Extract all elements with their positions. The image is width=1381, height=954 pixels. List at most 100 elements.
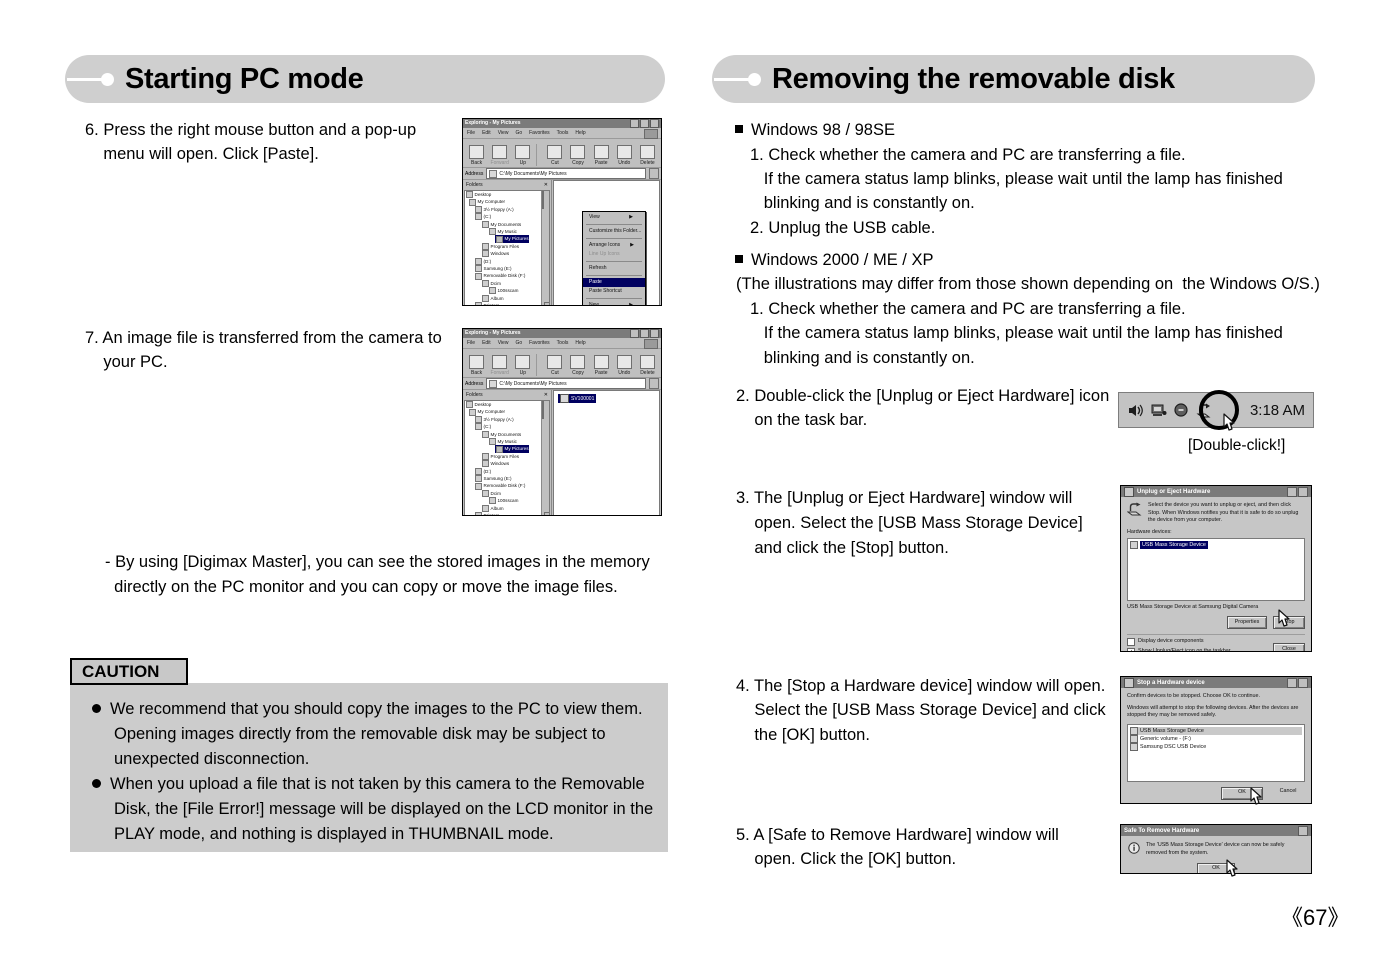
tree-node[interactable]: Samsung (E:) [465,265,549,273]
tree-node[interactable]: (C:) [465,213,549,221]
tree-node[interactable]: My Computer [465,198,549,206]
toolbar-copy-button[interactable]: Copy [566,352,589,376]
folders-close-icon[interactable]: ✕ [544,392,548,398]
toolbar-undo-button[interactable]: Undo [613,352,636,376]
toolbar-back-button[interactable]: Back [465,142,488,166]
file-list-pane[interactable]: SV100001 [553,390,660,515]
scroll-up-icon[interactable] [542,191,544,209]
tree-node[interactable]: Printers [465,512,549,515]
tree-scrollbar[interactable] [541,191,549,305]
menu-help[interactable]: Help [575,340,585,346]
tree-node[interactable]: Program Files [465,243,549,251]
maximize-icon[interactable] [640,329,649,338]
tree-node[interactable]: 3½ Floppy (A:) [465,206,549,214]
menu-view[interactable]: View [498,130,509,136]
show-unplug-icon-checkbox[interactable]: ✓ Show Unplug/Eject icon on the taskbar [1127,647,1273,651]
tree-node[interactable]: Removable Disk (F:) [465,272,549,280]
folders-close-icon[interactable]: ✕ [544,182,548,188]
context-menu-item-view[interactable]: View ▶ [583,213,645,222]
toolbar-forward-button[interactable]: Forward [488,352,511,376]
toolbar-paste-button[interactable]: Paste [590,142,613,166]
toolbar-forward-button[interactable]: Forward [488,142,511,166]
tree-node[interactable]: Dcim [465,490,549,498]
tree-node[interactable]: 100sscam [465,497,549,505]
close-icon[interactable] [1298,825,1308,836]
tree-scrollbar[interactable] [541,401,549,515]
file-list-item[interactable]: SV100001 [558,394,597,403]
listbox-item[interactable]: Samsung DSC USB Device [1130,742,1302,751]
properties-button[interactable]: Properties [1227,615,1267,629]
antivirus-icon[interactable] [1173,402,1190,419]
tree-node[interactable]: My Music [465,438,549,446]
toolbar-up-button[interactable]: Up [511,352,534,376]
close-icon[interactable] [1298,677,1308,688]
file-list-pane[interactable]: View ▶ Customize this Folder... Arrange I… [553,180,660,305]
menu-help[interactable]: Help [575,130,585,136]
menu-view[interactable]: View [498,340,509,346]
help-icon[interactable] [1287,486,1297,497]
tree-node[interactable]: 100sscam [465,287,549,295]
display-device-components-checkbox[interactable]: Display device components [1127,637,1273,646]
tree-node[interactable]: Windows [465,460,549,468]
menu-go[interactable]: Go [515,130,522,136]
listbox-item[interactable]: USB Mass Storage Device [1130,541,1302,550]
context-menu-item-paste[interactable]: Paste [583,278,645,287]
tree-node[interactable]: My Documents [465,220,549,228]
context-menu-item-new[interactable]: New ▶ [583,301,645,305]
address-input[interactable]: C:\My Documents\My Pictures [486,378,646,389]
tree-node[interactable]: (C:) [465,423,549,431]
menu-file[interactable]: File [467,130,475,136]
tree-node[interactable]: My Documents [465,430,549,438]
tree-node[interactable]: Desktop [465,401,549,409]
context-menu-item-arrange-icons[interactable]: Arrange Icons ▶ [583,241,645,250]
cancel-button[interactable]: Cancel [1271,787,1305,798]
close-button[interactable]: Close [1273,642,1305,651]
tree-node[interactable]: (D:) [465,467,549,475]
menu-file[interactable]: File [467,340,475,346]
menu-tools[interactable]: Tools [557,130,569,136]
toolbar-undo-button[interactable]: Undo [613,142,636,166]
network-icon[interactable] [1150,402,1167,419]
hardware-devices-listbox[interactable]: USB Mass Storage Device [1127,538,1305,602]
tree-node[interactable]: Album [465,504,549,512]
close-icon[interactable] [650,119,659,128]
address-input[interactable]: C:\My Documents\My Pictures [486,168,646,179]
menu-tools[interactable]: Tools [557,340,569,346]
menu-go[interactable]: Go [515,340,522,346]
devices-listbox[interactable]: USB Mass Storage Device Generic volume -… [1127,723,1305,782]
menu-edit[interactable]: Edit [482,340,491,346]
tree-node[interactable]: 3½ Floppy (A:) [465,416,549,424]
toolbar-up-button[interactable]: Up [511,142,534,166]
tree-node[interactable]: Desktop [465,191,549,199]
tree-node[interactable]: Dcim [465,280,549,288]
help-icon[interactable] [1287,677,1297,688]
listbox-item[interactable]: Generic volume - (F:) [1130,734,1302,743]
tree-node[interactable]: Program Files [465,453,549,461]
address-dropdown-icon[interactable] [649,168,659,179]
listbox-item[interactable]: USB Mass Storage Device [1130,726,1302,735]
menu-favorites[interactable]: Favorites [529,340,550,346]
close-icon[interactable] [1298,486,1308,497]
close-icon[interactable] [650,329,659,338]
toolbar-delete-button[interactable]: Delete [636,142,659,166]
context-menu-item-customize[interactable]: Customize this Folder... [583,227,645,236]
menu-edit[interactable]: Edit [482,130,491,136]
tree-node[interactable]: My Computer [465,408,549,416]
address-dropdown-icon[interactable] [649,378,659,389]
tree-node-my-pictures[interactable]: My Pictures [465,445,549,453]
tree-node[interactable]: Printers [465,302,549,305]
minimize-icon[interactable] [630,119,639,128]
context-menu-item-refresh[interactable]: Refresh [583,264,645,273]
minimize-icon[interactable] [630,329,639,338]
context-menu-item-paste-shortcut[interactable]: Paste Shortcut [583,287,645,296]
toolbar-back-button[interactable]: Back [465,352,488,376]
toolbar-delete-button[interactable]: Delete [636,352,659,376]
tree-node[interactable]: (D:) [465,257,549,265]
toolbar-paste-button[interactable]: Paste [590,352,613,376]
menu-favorites[interactable]: Favorites [529,130,550,136]
tree-node[interactable]: My Music [465,228,549,236]
tree-node[interactable]: Windows [465,250,549,258]
scroll-down-icon[interactable] [544,302,549,305]
tree-node[interactable]: Removable Disk (F:) [465,482,549,490]
maximize-icon[interactable] [640,119,649,128]
